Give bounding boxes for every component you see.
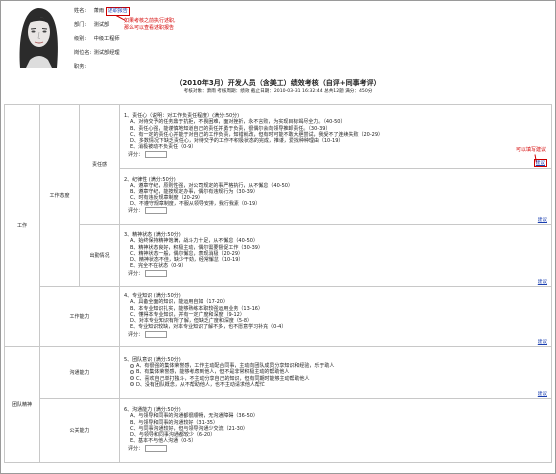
score-row: 评分： [124,330,547,340]
category-attendance: 出勤情况 [79,224,120,287]
option-label: B、有集体荣誉感，能够考虑到他人，但不是非常积极主动的帮助他人 [136,369,290,376]
employee-info: 姓名: 萧雨 述职报告 部门: 测试部 级别: 中级工程师 岗位名: 测试部经理… [74,4,130,74]
avatar [10,2,66,68]
score-input[interactable] [145,269,168,277]
category-public: 公关能力 [39,398,120,463]
post-label: 岗位名: [74,50,92,56]
score-label: 评分： [128,331,144,338]
name-label: 姓名: [74,8,87,14]
question-6: 6、沟通能力 (满分:50分) A、与领导和同事的沟通都很顺畅，无沟通障碍（36… [119,398,552,463]
duty-label: 职务: [74,64,87,70]
score-input[interactable] [145,150,168,158]
page-title: （2010年3月）开发人员（含美工）绩效考核（自评+同事考评） [175,79,381,87]
option[interactable]: D、没有团队概念，从不帮助他人，也不主动请求他人帮忙 [124,382,547,388]
question-2: 2、纪律性 (满分:50分) A、遵章守纪，原则性强，对公司规定的事严格执行，从… [119,168,552,225]
duty-row: 职务: [74,60,130,74]
dept-label: 部门: [74,22,87,28]
score-input[interactable] [145,444,168,452]
suggest-link[interactable]: 建议 [538,339,547,345]
radio-button[interactable] [130,369,134,374]
question-1: 1、责任心（说明：对工作负责任程度）(满分:50分) A、对待交予的任务鼎于抗拒… [119,104,552,169]
level-label: 级别: [74,36,87,42]
category-attitude: 工作态度 [39,104,80,287]
radio-button[interactable] [130,363,134,368]
report-tip-line2: 那么可以查看述职报告 [124,25,175,31]
radio-button[interactable] [130,382,134,387]
dept-row: 部门: 测试部 [74,18,130,32]
suggest-link[interactable]: 建议 [533,159,547,167]
score-row: 评分： [124,444,547,454]
report-link[interactable]: 述职报告 [105,7,130,16]
option-label: D、没有团队概念，从不帮助他人，也不主动请求他人帮忙 [136,381,265,388]
name-row: 姓名: 萧雨 述职报告 [74,4,130,18]
question-5: 5、团队意识 (满分:50分) A、有很强的集体荣誉感，工作主动配合同事，主动向… [119,346,552,399]
post-value: 测试部经理 [93,50,120,56]
report-tip: 如果考核之前执行述职, 那么可以查看述职报告 [124,18,176,32]
category-responsibility: 责任感 [79,104,120,225]
level-value: 中级工程师 [93,36,120,42]
suggest-link[interactable]: 建议 [538,279,547,285]
level-row: 级别: 中级工程师 [74,32,130,46]
evaluation-table-body: 工作 工作态度 责任感 1、责任心（说明：对工作负责任程度）(满分:50分) A… [4,104,552,463]
category-comm: 沟通能力 [39,346,120,399]
report-tip-line1: 如果考核之前执行述职, [124,18,176,24]
score-row: 评分： [124,207,547,216]
score-label: 评分： [128,270,144,277]
option-label: C、喜欢自己单打独斗，不主动分享自己的知识，但有同期时能够主动帮助他人 [136,375,310,382]
post-row: 岗位名: 测试部经理 [74,46,130,60]
score-row: 评分： [124,269,547,279]
name-value: 萧雨 [93,8,105,14]
score-label: 评分： [128,208,144,215]
employee-header: 姓名: 萧雨 述职报告 部门: 测试部 级别: 中级工程师 岗位名: 测试部经理… [8,2,548,72]
score-input[interactable] [145,330,168,338]
score-label: 评分： [128,151,144,158]
page-meta: 考核对象：萧雨 考核周期：绩效 截止日期：2010-03-31 16:32:44… [183,89,373,94]
score-row: 评分： [124,150,547,160]
dept-value: 测试部 [93,22,110,28]
category-team: 团队精神 [4,346,40,463]
suggest-link[interactable]: 建议 [538,391,547,397]
question-4: 4、专业知识 (满分:50分) A、具备全面的知识，能运用自如（17-20） B… [119,286,552,347]
radio-button[interactable] [130,376,134,380]
score-label: 评分： [128,445,144,452]
category-work: 工作 [4,104,40,347]
suggest-link[interactable]: 建议 [538,217,547,223]
question-3: 3、精神状态 (满分:50分) A、始终保持精神饱满，战斗力十足，从不懈怠（40… [119,224,552,287]
category-ability: 工作能力 [39,286,120,347]
score-input[interactable] [145,207,168,215]
